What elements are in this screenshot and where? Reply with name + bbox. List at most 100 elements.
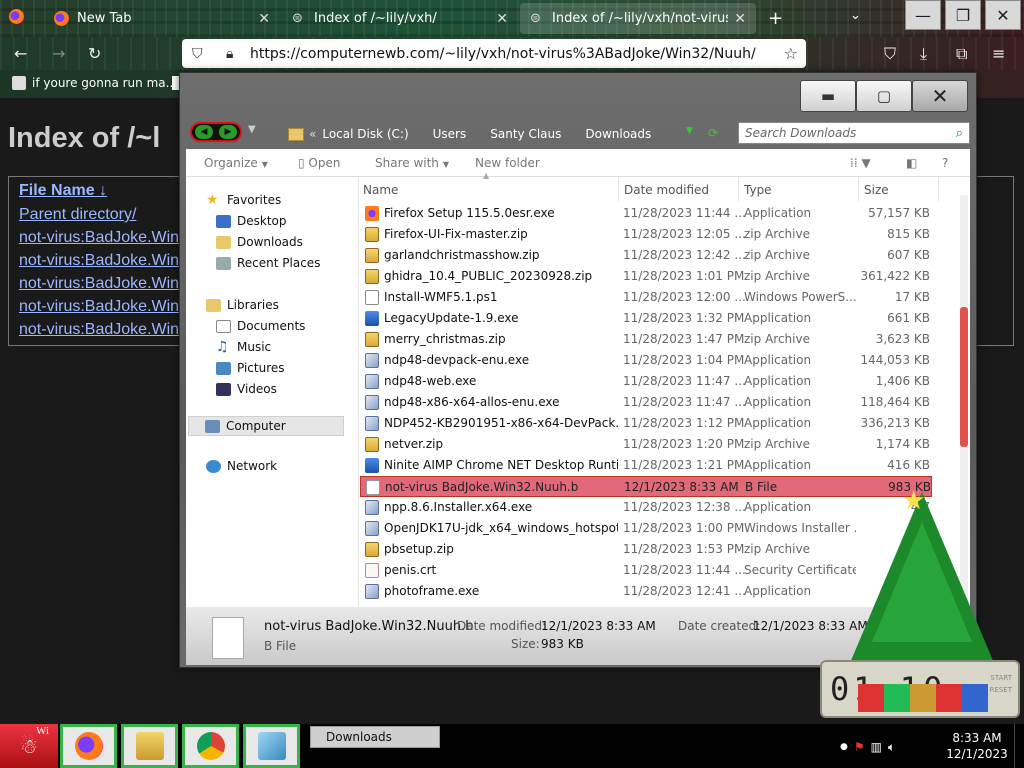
column-type[interactable]: Type bbox=[744, 183, 772, 197]
file-link[interactable]: not-virus:BadJoke.Win bbox=[19, 252, 179, 270]
close-tab-icon[interactable]: ✕ bbox=[258, 11, 270, 27]
explorer-minimize-button[interactable]: ▬ bbox=[800, 80, 856, 112]
close-tab-icon[interactable]: ✕ bbox=[496, 11, 508, 27]
tab-index-vxh[interactable]: ⊜ Index of /~lily/vxh/ ✕ bbox=[282, 3, 518, 34]
file-row[interactable]: ndp48-x86-x64-allos-enu.exe 11/28/2023 11… bbox=[360, 392, 932, 413]
show-desktop-button[interactable] bbox=[1014, 724, 1024, 768]
nav-desktop[interactable]: Desktop bbox=[216, 214, 287, 228]
view-options-icon[interactable]: ⁞⁞ ▼ bbox=[850, 156, 871, 170]
tab-new-tab[interactable]: New Tab ✕ bbox=[44, 3, 280, 34]
breadcrumb-users[interactable]: Users bbox=[433, 127, 467, 141]
restore-button[interactable]: ❐ bbox=[945, 0, 981, 30]
nav-videos[interactable]: Videos bbox=[216, 382, 277, 396]
file-name-column-header[interactable]: File Name ↓ bbox=[19, 182, 107, 200]
flag-icon[interactable]: ⚑ bbox=[854, 740, 865, 754]
file-link[interactable]: not-virus:BadJoke.Win bbox=[19, 275, 179, 293]
file-row[interactable]: LegacyUpdate-1.9.exe 11/28/2023 1:32 PM Ap… bbox=[360, 308, 932, 329]
christmas-tree-gadget[interactable]: ★ 01 10 START RESET bbox=[820, 486, 1020, 722]
column-size[interactable]: Size bbox=[864, 183, 889, 197]
breadcrumb-downloads[interactable]: Downloads bbox=[585, 127, 651, 141]
taskbar-chrome[interactable] bbox=[182, 724, 239, 768]
close-window-button[interactable]: ✕ bbox=[985, 0, 1021, 30]
forward-arrow-icon[interactable]: → bbox=[52, 44, 65, 63]
file-row[interactable]: ndp48-devpack-enu.exe 11/28/2023 1:04 PM A… bbox=[360, 350, 932, 371]
back-arrow-icon[interactable]: ← bbox=[14, 44, 27, 63]
file-row[interactable]: ghidra_10.4_PUBLIC_20230928.zip 11/28/202… bbox=[360, 266, 932, 287]
nav-computer[interactable]: Computer bbox=[188, 416, 344, 436]
close-tab-icon[interactable]: ✕ bbox=[734, 11, 746, 27]
bookmark-item[interactable]: if youre gonna run ma... bbox=[12, 76, 177, 90]
search-icon[interactable]: ⌕ bbox=[956, 126, 963, 141]
volume-icon[interactable]: 🔈︎ bbox=[888, 740, 895, 755]
file-link[interactable]: not-virus:BadJoke.Win bbox=[19, 298, 179, 316]
scrollbar-thumb[interactable] bbox=[960, 307, 968, 447]
nav-music[interactable]: ♫ Music bbox=[216, 340, 271, 355]
organize-button[interactable]: Organize ▼ bbox=[204, 156, 268, 170]
nav-documents[interactable]: Documents bbox=[216, 319, 305, 333]
start-button[interactable]: ☃ bbox=[0, 724, 58, 768]
firefox-menu-icon[interactable] bbox=[9, 9, 24, 24]
file-row[interactable]: Install-WMF5.1.ps1 11/28/2023 12:00 ... Wi… bbox=[360, 287, 932, 308]
new-tab-button[interactable]: + bbox=[768, 8, 783, 29]
back-icon[interactable]: ◀ bbox=[195, 125, 213, 139]
chevron-icon[interactable]: « bbox=[309, 127, 316, 141]
nav-network[interactable]: Network bbox=[206, 459, 277, 473]
breadcrumb-santy-claus[interactable]: Santy Claus bbox=[490, 127, 561, 141]
nav-recent-places[interactable]: Recent Places bbox=[216, 256, 320, 270]
file-row[interactable]: netver.zip 11/28/2023 1:20 PM zip Archive 1… bbox=[360, 434, 932, 455]
file-row[interactable]: Firefox-UI-Fix-master.zip 11/28/2023 12:0… bbox=[360, 224, 932, 245]
pocket-icon[interactable]: ⛉ bbox=[884, 44, 896, 64]
explorer-maximize-button[interactable]: ▢ bbox=[856, 80, 912, 112]
lock-icon[interactable]: 🔒︎ bbox=[226, 46, 240, 62]
bookmark-star-icon[interactable]: ☆ bbox=[784, 44, 798, 63]
taskbar-notepad[interactable] bbox=[243, 724, 300, 768]
file-row[interactable]: Ninite AIMP Chrome NET Desktop Runti... 1… bbox=[360, 455, 932, 476]
taskbar-downloads-window[interactable]: Downloads bbox=[310, 726, 440, 748]
file-row[interactable]: Firefox Setup 115.5.0esr.exe 11/28/2023 1… bbox=[360, 203, 932, 224]
search-input[interactable]: Search Downloads ⌕ bbox=[738, 122, 970, 144]
column-name[interactable]: Name bbox=[363, 183, 398, 197]
nav-libraries[interactable]: Libraries bbox=[206, 298, 279, 312]
taskbar-explorer[interactable] bbox=[121, 724, 178, 768]
column-date-modified[interactable]: Date modified bbox=[624, 183, 709, 197]
file-link[interactable]: not-virus:BadJoke.Win bbox=[19, 229, 179, 247]
taskbar-clock[interactable]: 8:33 AM 12/1/2023 bbox=[946, 730, 1008, 762]
tray-dot-icon[interactable]: ● bbox=[840, 742, 848, 752]
extensions-icon[interactable]: ⧉ bbox=[956, 44, 967, 64]
tab-index-not-virus[interactable]: ⊜ Index of /~lily/vxh/not-virus:BadJ ✕ bbox=[520, 3, 756, 34]
help-icon[interactable]: ? bbox=[942, 156, 948, 170]
downloads-icon[interactable]: ⤓ bbox=[920, 44, 927, 64]
recent-pages-dropdown-icon[interactable]: ▼ bbox=[248, 124, 256, 135]
reload-icon[interactable]: ↻ bbox=[88, 44, 101, 63]
breadcrumb[interactable]: « Local Disk (C:) Users Santy Claus Down… bbox=[288, 122, 738, 146]
gadget-start-button[interactable]: START bbox=[990, 672, 1012, 684]
open-button[interactable]: ▯ Open bbox=[298, 156, 340, 170]
breadcrumb-local-disk[interactable]: Local Disk (C:) bbox=[322, 127, 408, 141]
address-dropdown-icon[interactable]: ▼ bbox=[686, 126, 693, 136]
network-tray-icon[interactable]: ▥ bbox=[871, 740, 882, 754]
hamburger-menu-icon[interactable]: ≡ bbox=[992, 44, 1005, 63]
shield-icon[interactable]: ⛉ bbox=[192, 46, 206, 62]
list-all-tabs-icon[interactable]: ⌄ bbox=[850, 8, 861, 23]
file-row[interactable]: NDP452-KB2901951-x86-x64-DevPack.exe 11/2… bbox=[360, 413, 932, 434]
file-row[interactable]: garlandchristmasshow.zip 11/28/2023 12:42… bbox=[360, 245, 932, 266]
url-bar[interactable]: ⛉ 🔒︎ https://computernewb.com/~lily/vxh/… bbox=[182, 39, 806, 68]
share-with-button[interactable]: Share with ▼ bbox=[375, 156, 449, 170]
nav-favorites[interactable]: ★ Favorites bbox=[206, 193, 281, 208]
nav-pictures[interactable]: Pictures bbox=[216, 361, 285, 375]
nav-downloads[interactable]: Downloads bbox=[216, 235, 303, 249]
file-link[interactable]: not-virus:BadJoke.Win bbox=[19, 321, 179, 339]
parent-directory-link[interactable]: Parent directory/ bbox=[19, 206, 136, 224]
forward-icon[interactable]: ▶ bbox=[219, 125, 237, 139]
pane-divider[interactable] bbox=[358, 177, 359, 607]
preview-pane-icon[interactable]: ◧ bbox=[906, 156, 917, 170]
explorer-close-button[interactable]: ✕ bbox=[912, 80, 968, 112]
url-text[interactable]: https://computernewb.com/~lily/vxh/not-v… bbox=[250, 46, 784, 62]
minimize-button[interactable]: — bbox=[905, 0, 941, 30]
refresh-icon[interactable]: ⟳ bbox=[708, 126, 718, 140]
file-row[interactable]: ndp48-web.exe 11/28/2023 11:47 ... Applica… bbox=[360, 371, 932, 392]
gadget-reset-button[interactable]: RESET bbox=[990, 684, 1012, 696]
taskbar-firefox[interactable] bbox=[60, 724, 117, 768]
new-folder-button[interactable]: New folder bbox=[475, 156, 540, 170]
file-row[interactable]: merry_christmas.zip 11/28/2023 1:47 PM zip… bbox=[360, 329, 932, 350]
